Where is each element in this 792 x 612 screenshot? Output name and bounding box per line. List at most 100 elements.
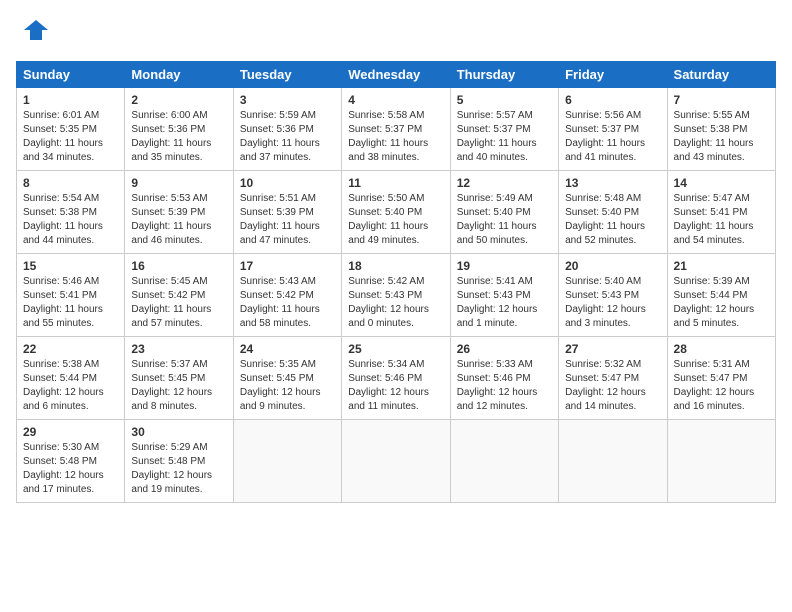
day-info: Sunrise: 5:31 AM Sunset: 5:47 PM Dayligh…	[674, 358, 769, 414]
week-row-1: 1Sunrise: 6:01 AM Sunset: 5:35 PM Daylig…	[17, 88, 776, 171]
day-cell-9: 9Sunrise: 5:53 AM Sunset: 5:39 PM Daylig…	[125, 171, 233, 254]
day-cell-22: 22Sunrise: 5:38 AM Sunset: 5:44 PM Dayli…	[17, 337, 125, 420]
logo	[16, 16, 50, 49]
day-cell-5: 5Sunrise: 5:57 AM Sunset: 5:37 PM Daylig…	[450, 88, 558, 171]
day-info: Sunrise: 5:30 AM Sunset: 5:48 PM Dayligh…	[23, 441, 118, 497]
day-info: Sunrise: 5:55 AM Sunset: 5:38 PM Dayligh…	[674, 109, 769, 165]
day-info: Sunrise: 5:45 AM Sunset: 5:42 PM Dayligh…	[131, 275, 226, 331]
day-cell-4: 4 Sunrise: 5:58 AM Sunset: 5:37 PM Daylig…	[342, 88, 450, 171]
day-info: Sunrise: 5:43 AM Sunset: 5:42 PM Dayligh…	[240, 275, 335, 331]
day-number: 20	[565, 259, 660, 273]
day-cell-28: 28 Sunrise: 5:31 AM Sunset: 5:47 PM Dayli…	[667, 337, 775, 420]
day-number: 13	[565, 176, 660, 190]
day-cell-29: 29 Sunrise: 5:30 AM Sunset: 5:48 PM Dayli…	[17, 420, 125, 503]
week-row-5: 29 Sunrise: 5:30 AM Sunset: 5:48 PM Dayli…	[17, 420, 776, 503]
day-number: 30	[131, 425, 226, 439]
day-number: 10	[240, 176, 335, 190]
day-info: Sunrise: 5:32 AM Sunset: 5:47 PM Dayligh…	[565, 358, 660, 414]
day-number: 27	[565, 342, 660, 356]
day-info: Sunrise: 6:00 AM Sunset: 5:36 PM Dayligh…	[131, 109, 226, 165]
weekday-header-sunday: Sunday	[17, 62, 125, 88]
weekday-header-tuesday: Tuesday	[233, 62, 341, 88]
day-cell-2: 2 Sunrise: 6:00 AM Sunset: 5:36 PM Daylig…	[125, 88, 233, 171]
day-cell-17: 17 Sunrise: 5:43 AM Sunset: 5:42 PM Dayli…	[233, 254, 341, 337]
day-cell-23: 23 Sunrise: 5:37 AM Sunset: 5:45 PM Dayli…	[125, 337, 233, 420]
day-info: Sunrise: 5:56 AM Sunset: 5:37 PM Dayligh…	[565, 109, 660, 165]
day-number: 4	[348, 93, 443, 107]
day-cell-16: 16 Sunrise: 5:45 AM Sunset: 5:42 PM Dayli…	[125, 254, 233, 337]
day-cell-24: 24 Sunrise: 5:35 AM Sunset: 5:45 PM Dayli…	[233, 337, 341, 420]
week-row-2: 8 Sunrise: 5:54 AM Sunset: 5:38 PM Daylig…	[17, 171, 776, 254]
day-cell-15: 15 Sunrise: 5:46 AM Sunset: 5:41 PM Dayli…	[17, 254, 125, 337]
day-cell-19: 19 Sunrise: 5:41 AM Sunset: 5:43 PM Dayli…	[450, 254, 558, 337]
day-number: 28	[674, 342, 769, 356]
day-info: Sunrise: 5:40 AM Sunset: 5:43 PM Dayligh…	[565, 275, 660, 331]
day-number: 6	[565, 93, 660, 107]
day-number: 3	[240, 93, 335, 107]
day-info: Sunrise: 5:41 AM Sunset: 5:43 PM Dayligh…	[457, 275, 552, 331]
day-cell-11: 11 Sunrise: 5:50 AM Sunset: 5:40 PM Dayli…	[342, 171, 450, 254]
day-info: Sunrise: 5:42 AM Sunset: 5:43 PM Dayligh…	[348, 275, 443, 331]
day-number: 14	[674, 176, 769, 190]
empty-cell	[559, 420, 667, 503]
day-cell-6: 6 Sunrise: 5:56 AM Sunset: 5:37 PM Daylig…	[559, 88, 667, 171]
day-number: 8	[23, 176, 118, 190]
day-cell-7: 7 Sunrise: 5:55 AM Sunset: 5:38 PM Daylig…	[667, 88, 775, 171]
week-row-4: 22Sunrise: 5:38 AM Sunset: 5:44 PM Dayli…	[17, 337, 776, 420]
day-info: Sunrise: 5:33 AM Sunset: 5:46 PM Dayligh…	[457, 358, 552, 414]
day-number: 19	[457, 259, 552, 273]
day-info: Sunrise: 5:37 AM Sunset: 5:45 PM Dayligh…	[131, 358, 226, 414]
weekday-header-monday: Monday	[125, 62, 233, 88]
calendar-table: SundayMondayTuesdayWednesdayThursdayFrid…	[16, 61, 776, 503]
day-info: Sunrise: 5:34 AM Sunset: 5:46 PM Dayligh…	[348, 358, 443, 414]
day-cell-12: 12 Sunrise: 5:49 AM Sunset: 5:40 PM Dayli…	[450, 171, 558, 254]
day-info: Sunrise: 5:46 AM Sunset: 5:41 PM Dayligh…	[23, 275, 118, 331]
empty-cell	[450, 420, 558, 503]
day-number: 24	[240, 342, 335, 356]
day-info: Sunrise: 5:51 AM Sunset: 5:39 PM Dayligh…	[240, 192, 335, 248]
day-number: 16	[131, 259, 226, 273]
empty-cell	[233, 420, 341, 503]
day-number: 26	[457, 342, 552, 356]
day-info: Sunrise: 5:59 AM Sunset: 5:36 PM Dayligh…	[240, 109, 335, 165]
day-info: Sunrise: 5:35 AM Sunset: 5:45 PM Dayligh…	[240, 358, 335, 414]
day-number: 17	[240, 259, 335, 273]
day-number: 12	[457, 176, 552, 190]
day-cell-30: 30 Sunrise: 5:29 AM Sunset: 5:48 PM Dayli…	[125, 420, 233, 503]
day-number: 23	[131, 342, 226, 356]
weekday-header-wednesday: Wednesday	[342, 62, 450, 88]
day-number: 2	[131, 93, 226, 107]
day-number: 1	[23, 93, 118, 107]
day-info: Sunrise: 5:29 AM Sunset: 5:48 PM Dayligh…	[131, 441, 226, 497]
day-cell-13: 13Sunrise: 5:48 AM Sunset: 5:40 PM Dayli…	[559, 171, 667, 254]
day-cell-26: 26 Sunrise: 5:33 AM Sunset: 5:46 PM Dayli…	[450, 337, 558, 420]
page-header	[16, 16, 776, 49]
day-cell-1: 1Sunrise: 6:01 AM Sunset: 5:35 PM Daylig…	[17, 88, 125, 171]
day-number: 18	[348, 259, 443, 273]
day-cell-20: 20 Sunrise: 5:40 AM Sunset: 5:43 PM Dayli…	[559, 254, 667, 337]
day-info: Sunrise: 5:39 AM Sunset: 5:44 PM Dayligh…	[674, 275, 769, 331]
day-info: Sunrise: 5:54 AM Sunset: 5:38 PM Dayligh…	[23, 192, 118, 248]
day-number: 9	[131, 176, 226, 190]
day-cell-21: 21 Sunrise: 5:39 AM Sunset: 5:44 PM Dayli…	[667, 254, 775, 337]
day-info: Sunrise: 5:58 AM Sunset: 5:37 PM Dayligh…	[348, 109, 443, 165]
day-info: Sunrise: 5:38 AM Sunset: 5:44 PM Dayligh…	[23, 358, 118, 414]
day-info: Sunrise: 5:49 AM Sunset: 5:40 PM Dayligh…	[457, 192, 552, 248]
empty-cell	[667, 420, 775, 503]
weekday-header-row: SundayMondayTuesdayWednesdayThursdayFrid…	[17, 62, 776, 88]
day-cell-18: 18 Sunrise: 5:42 AM Sunset: 5:43 PM Dayli…	[342, 254, 450, 337]
day-number: 15	[23, 259, 118, 273]
day-cell-27: 27 Sunrise: 5:32 AM Sunset: 5:47 PM Dayli…	[559, 337, 667, 420]
day-cell-8: 8 Sunrise: 5:54 AM Sunset: 5:38 PM Daylig…	[17, 171, 125, 254]
day-number: 21	[674, 259, 769, 273]
day-info: Sunrise: 5:50 AM Sunset: 5:40 PM Dayligh…	[348, 192, 443, 248]
day-number: 7	[674, 93, 769, 107]
day-number: 11	[348, 176, 443, 190]
day-number: 29	[23, 425, 118, 439]
day-cell-3: 3 Sunrise: 5:59 AM Sunset: 5:36 PM Daylig…	[233, 88, 341, 171]
day-number: 5	[457, 93, 552, 107]
day-cell-10: 10 Sunrise: 5:51 AM Sunset: 5:39 PM Dayli…	[233, 171, 341, 254]
empty-cell	[342, 420, 450, 503]
weekday-header-saturday: Saturday	[667, 62, 775, 88]
day-cell-25: 25Sunrise: 5:34 AM Sunset: 5:46 PM Dayli…	[342, 337, 450, 420]
